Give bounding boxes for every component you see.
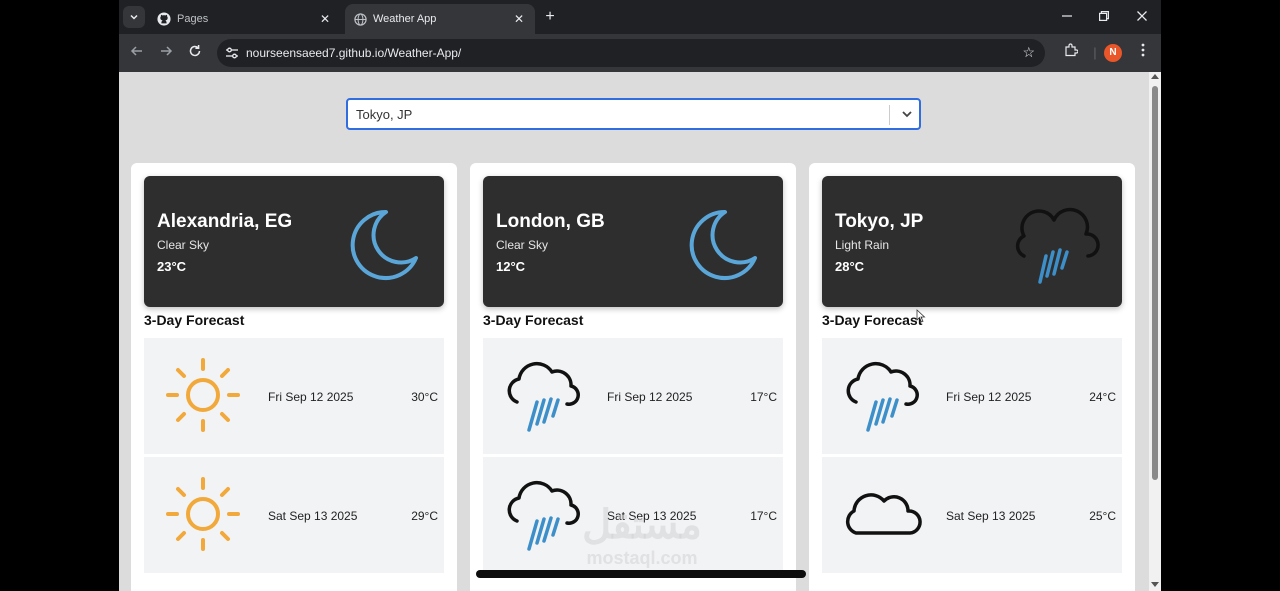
forward-arrow-icon[interactable] xyxy=(156,43,176,63)
moon-icon xyxy=(671,200,761,290)
forecast-date: Fri Sep 12 2025 xyxy=(946,390,1032,404)
rain-cloud-icon xyxy=(1010,200,1100,290)
forecast-row: Sat Sep 13 2025 25°C xyxy=(822,457,1122,573)
city-panel-tokyo: Tokyo, JP Light Rain 28°C 3-Day Forecast… xyxy=(809,163,1135,591)
forecast-temp: 30°C xyxy=(411,390,438,404)
rain-cloud-icon xyxy=(503,356,581,434)
forecast-date: Fri Sep 12 2025 xyxy=(607,390,693,404)
forecast-temp: 29°C xyxy=(411,509,438,523)
tab-pages[interactable]: Pages ✕ xyxy=(149,4,341,34)
forecast-title: 3-Day Forecast xyxy=(483,312,584,328)
select-divider xyxy=(889,105,890,125)
forecast-temp: 17°C xyxy=(750,509,777,523)
scroll-up-arrow-icon[interactable] xyxy=(1151,74,1159,79)
forecast-date: Sat Sep 13 2025 xyxy=(946,509,1036,523)
forecast-date: Fri Sep 12 2025 xyxy=(268,390,354,404)
current-temp: 23°C xyxy=(157,259,187,274)
moon-icon xyxy=(332,200,422,290)
sun-icon xyxy=(164,475,242,553)
site-info-icon[interactable] xyxy=(225,46,239,60)
forecast-row: Fri Sep 12 2025 24°C xyxy=(822,338,1122,454)
restore-icon[interactable] xyxy=(1094,8,1114,26)
tab-weather-app[interactable]: Weather App ✕ xyxy=(345,4,535,34)
city-select[interactable]: Tokyo, JP xyxy=(346,98,921,130)
forecast-row: Fri Sep 12 2025 17°C xyxy=(483,338,783,454)
toolbar-divider: | xyxy=(1093,45,1097,60)
tab-search-button[interactable] xyxy=(123,6,145,28)
watermark-arabic: مستقل xyxy=(582,503,702,547)
mouse-cursor xyxy=(916,309,926,323)
weather-condition: Light Rain xyxy=(835,238,890,252)
address-bar[interactable]: nourseensaeed7.github.io/Weather-App/ ☆ xyxy=(217,39,1045,67)
current-temp: 12°C xyxy=(496,259,526,274)
chevron-down-icon xyxy=(130,14,138,20)
city-name: Alexandria, EG xyxy=(157,211,293,232)
forecast-row: Sat Sep 13 2025 29°C xyxy=(144,457,444,573)
tab-title: Pages xyxy=(177,13,209,25)
current-weather-card: London, GB Clear Sky 12°C xyxy=(483,176,783,307)
minimize-icon[interactable] xyxy=(1057,8,1077,26)
city-name: Tokyo, JP xyxy=(835,211,924,232)
forecast-temp: 24°C xyxy=(1089,390,1116,404)
forecast-date: Sat Sep 13 2025 xyxy=(268,509,358,523)
weather-condition: Clear Sky xyxy=(496,238,549,252)
weather-condition: Clear Sky xyxy=(157,238,210,252)
cloud-icon xyxy=(842,475,922,553)
screen: Pages ✕ Weather App ✕ + nourseensaeed7.g… xyxy=(0,0,1280,591)
tab-close-icon[interactable]: ✕ xyxy=(511,12,527,26)
tab-close-icon[interactable]: ✕ xyxy=(317,12,333,26)
new-tab-icon[interactable]: + xyxy=(541,8,559,26)
profile-avatar[interactable]: N xyxy=(1104,44,1122,62)
chevron-down-icon[interactable] xyxy=(898,105,916,123)
reload-icon[interactable] xyxy=(185,43,205,63)
city-name: London, GB xyxy=(496,211,605,232)
forecast-title: 3-Day Forecast xyxy=(822,312,923,328)
home-indicator-bar xyxy=(476,570,806,578)
browser-toolbar: nourseensaeed7.github.io/Weather-App/ ☆ … xyxy=(119,34,1161,72)
rain-cloud-icon xyxy=(842,356,920,434)
forecast-title: 3-Day Forecast xyxy=(144,312,245,328)
watermark-latin: mostaql.com xyxy=(586,548,698,568)
extensions-icon[interactable] xyxy=(1061,43,1081,63)
sun-icon xyxy=(164,356,242,434)
forecast-row: Fri Sep 12 2025 30°C xyxy=(144,338,444,454)
scroll-down-arrow-icon[interactable] xyxy=(1151,582,1159,587)
scroll-thumb[interactable] xyxy=(1152,86,1158,480)
back-arrow-icon[interactable] xyxy=(127,43,147,63)
tab-title: Weather App xyxy=(373,13,437,25)
city-select-value: Tokyo, JP xyxy=(356,107,413,122)
bookmark-star-icon[interactable]: ☆ xyxy=(1022,44,1035,61)
globe-icon xyxy=(353,12,367,26)
page-scrollbar[interactable] xyxy=(1149,72,1161,591)
tab-strip: Pages ✕ Weather App ✕ + xyxy=(119,0,1161,34)
url-text: nourseensaeed7.github.io/Weather-App/ xyxy=(246,46,462,60)
forecast-temp: 17°C xyxy=(750,390,777,404)
kebab-menu-icon[interactable] xyxy=(1133,43,1153,63)
current-weather-card: Alexandria, EG Clear Sky 23°C xyxy=(144,176,444,307)
github-icon xyxy=(157,12,171,26)
city-panel-alexandria: Alexandria, EG Clear Sky 23°C 3-Day Fore… xyxy=(131,163,457,591)
current-weather-card: Tokyo, JP Light Rain 28°C xyxy=(822,176,1122,307)
current-temp: 28°C xyxy=(835,259,865,274)
forecast-temp: 25°C xyxy=(1089,509,1116,523)
window-close-icon[interactable] xyxy=(1132,8,1152,26)
